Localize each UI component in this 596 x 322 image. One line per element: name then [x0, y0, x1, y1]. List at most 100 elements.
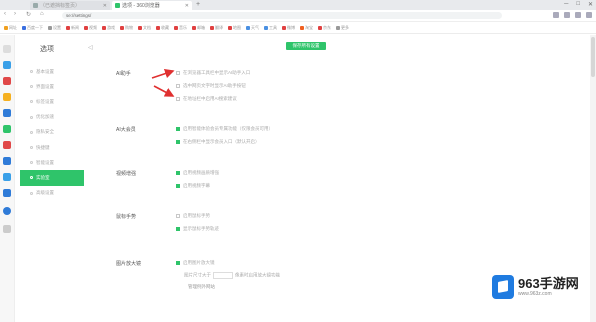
browser-tab-active[interactable]: 选项 - 360浏览器 ✕ — [112, 1, 192, 10]
menu-icon[interactable] — [586, 12, 592, 18]
checkbox-checked[interactable] — [176, 184, 180, 188]
bookmark-item[interactable]: 购物 — [120, 25, 133, 31]
sidebar-app-icon[interactable] — [3, 189, 11, 197]
menu-item-label: 实验室 — [36, 174, 50, 180]
settings-collapse-icon[interactable]: ◁ — [88, 44, 93, 51]
download-icon[interactable] — [564, 12, 570, 18]
home-button[interactable]: ⌂ — [40, 11, 44, 17]
menu-item-advanced[interactable]: 高级设置 — [20, 186, 84, 201]
option-label: 在浏览器工具栏中显示AI助手入口 — [183, 70, 251, 75]
forward-button[interactable]: › — [14, 11, 16, 17]
bookmark-item[interactable]: 文档 — [138, 25, 151, 31]
menu-item-icon — [30, 146, 33, 150]
option-label: 启用视频画质增强 — [183, 170, 219, 175]
browser-tab[interactable]: （已遮挡标签页） ✕ — [30, 1, 110, 10]
bookmark-item[interactable]: 更多 — [336, 25, 349, 31]
checkbox-checked[interactable] — [176, 127, 180, 131]
menu-item-shortcuts[interactable]: 快捷键 — [20, 140, 84, 155]
option-row[interactable]: 启用视频画质增强 — [176, 170, 219, 176]
menu-item-tabs[interactable]: 标签设置 — [20, 94, 84, 109]
bookmark-label: 邮箱 — [197, 24, 205, 30]
bookmark-label: 百度一下 — [27, 24, 43, 30]
sidebar-app-icon[interactable] — [3, 77, 11, 85]
option-row[interactable]: 在地址栏中启用AI搜索建议 — [176, 96, 237, 102]
bookmark-item[interactable]: 音乐 — [174, 25, 187, 31]
bookmark-favicon-icon — [282, 25, 286, 30]
tab-close-icon[interactable]: ✕ — [185, 3, 189, 9]
menu-item-speed[interactable]: 优化加速 — [20, 110, 84, 125]
bookmark-item[interactable]: 网址 — [4, 25, 17, 31]
checkbox-checked[interactable] — [176, 140, 180, 144]
tab-close-icon[interactable]: ✕ — [103, 3, 107, 9]
scrollbar-thumb[interactable] — [591, 37, 595, 77]
sidebar-app-icon[interactable] — [3, 157, 11, 165]
checkbox[interactable] — [176, 84, 180, 88]
menu-item-basic[interactable]: 基本设置 — [20, 64, 84, 79]
option-row[interactable]: 启用视频字幕 — [176, 183, 210, 189]
option-row[interactable]: 启用鼠标手势 — [176, 213, 210, 219]
menu-item-privacy[interactable]: 隐私安全 — [20, 125, 84, 140]
option-row[interactable]: 在右侧栏中显示会员入口（默认开启） — [176, 139, 260, 145]
sidebar-app-icon[interactable] — [3, 141, 11, 149]
size-input[interactable] — [213, 272, 233, 279]
bookmark-item[interactable]: 收藏 — [156, 25, 169, 31]
bookmark-label: 工具 — [269, 24, 277, 30]
new-tab-button[interactable]: + — [196, 1, 200, 8]
option-row[interactable]: 在浏览器工具栏中显示AI助手入口 — [176, 70, 250, 76]
checkbox-checked[interactable] — [176, 227, 180, 231]
maximize-button[interactable]: □ — [576, 1, 580, 8]
bookmark-item[interactable]: 微博 — [282, 25, 295, 31]
watermark-sub: www.963z.com — [518, 291, 552, 297]
back-button[interactable]: ‹ — [4, 11, 6, 17]
checkbox-checked[interactable] — [176, 171, 180, 175]
bookmark-item[interactable]: 百度一下 — [22, 25, 43, 31]
bookmark-item[interactable]: 邮箱 — [192, 25, 205, 31]
menu-item-label: 智能设置 — [36, 159, 54, 165]
url-field[interactable]: se://settings/ — [62, 12, 502, 19]
sidebar-app-icon[interactable] — [3, 207, 11, 215]
bookmark-item[interactable]: 京东 — [318, 25, 331, 31]
option-row[interactable]: 显示鼠标手势轨迹 — [176, 226, 219, 232]
sidebar-app-icon[interactable] — [3, 109, 11, 117]
sidebar-more-icon[interactable] — [3, 225, 11, 233]
user-icon[interactable] — [575, 12, 581, 18]
option-row[interactable]: 启用图片放大镜 — [176, 260, 215, 266]
bookmark-item[interactable]: 工具 — [264, 25, 277, 31]
tab-favicon-icon — [115, 3, 120, 8]
menu-item-interface[interactable]: 界面设置 — [20, 79, 84, 94]
option-row[interactable]: 启用智能体验会员专属功能（仅限会员可用） — [176, 126, 273, 132]
bookmark-item[interactable]: 地图 — [228, 25, 241, 31]
sub-text-prefix: 图片尺寸大于 — [184, 272, 211, 278]
menu-item-lab[interactable]: 实验室 — [20, 170, 84, 186]
extension-icon[interactable] — [553, 12, 559, 18]
checkbox[interactable] — [176, 214, 180, 218]
section-label-gestures: 鼠标手势 — [116, 214, 137, 220]
settings-title: 选项 — [40, 46, 54, 53]
bookmark-item[interactable]: 新闻 — [66, 25, 79, 31]
bookmark-favicon-icon — [120, 25, 124, 30]
bookmark-item[interactable]: 淘宝 — [300, 25, 313, 31]
sidebar-app-icon[interactable] — [3, 93, 11, 101]
bookmark-item[interactable]: 游戏 — [102, 25, 115, 31]
bookmark-item[interactable]: 天气 — [246, 25, 259, 31]
close-window-button[interactable]: ✕ — [588, 1, 593, 8]
minimize-button[interactable]: ─ — [564, 1, 568, 8]
bookmark-item[interactable]: 翻译 — [210, 25, 223, 31]
menu-item-smart[interactable]: 智能设置 — [20, 155, 84, 170]
manage-exceptions-link[interactable]: 管理例外网站 — [188, 284, 215, 290]
sidebar-app-icon[interactable] — [3, 61, 11, 69]
checkbox-checked[interactable] — [176, 261, 180, 265]
bookmark-item[interactable]: 视频 — [84, 25, 97, 31]
sidebar-app-icon[interactable] — [3, 173, 11, 181]
option-label: 启用鼠标手势 — [183, 213, 210, 218]
bookmark-favicon-icon — [102, 25, 106, 30]
bookmark-item[interactable]: 设置 — [48, 25, 61, 31]
save-all-button[interactable]: 保存所有设置 — [286, 42, 326, 50]
checkbox[interactable] — [176, 71, 180, 75]
reload-button[interactable]: ↻ — [26, 11, 31, 18]
bookmark-favicon-icon — [4, 25, 8, 30]
checkbox[interactable] — [176, 97, 180, 101]
sidebar-app-icon[interactable] — [3, 125, 11, 133]
sidebar-collapse-icon[interactable] — [3, 45, 11, 53]
option-row[interactable]: 选中网页文字时显示AI助手按钮 — [176, 83, 246, 89]
